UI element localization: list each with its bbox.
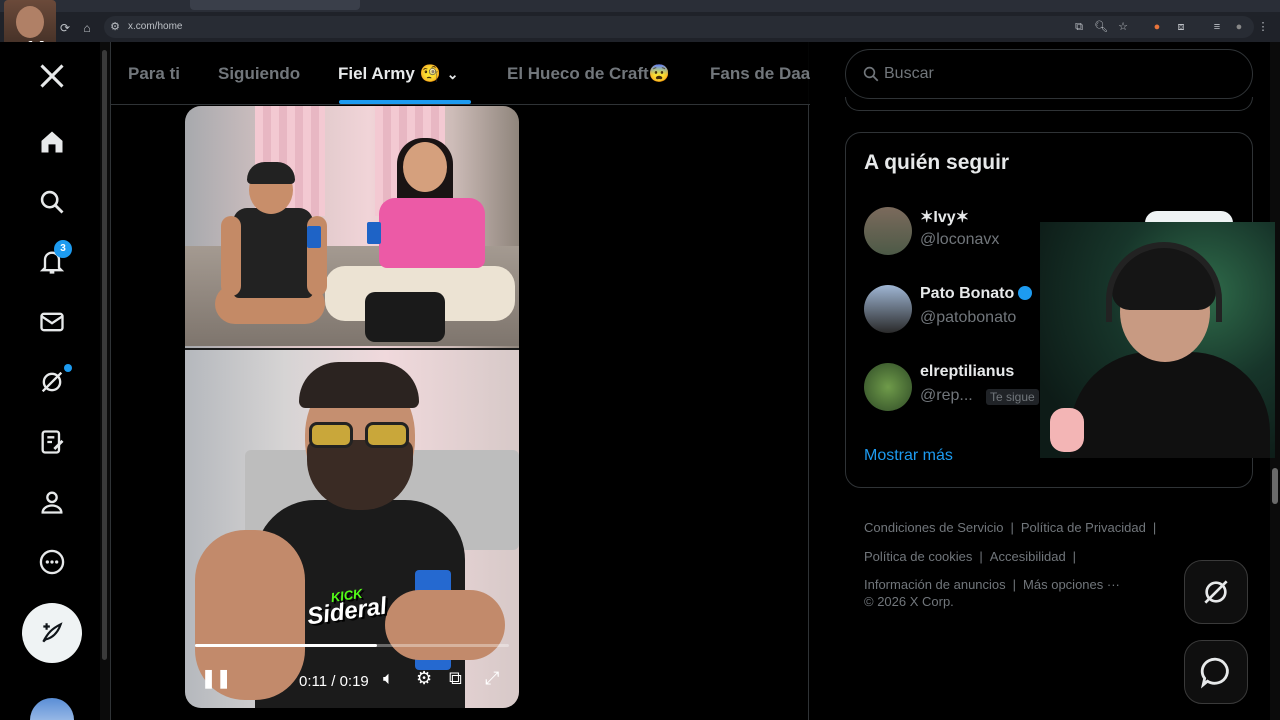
webcam-person-body — [1070, 352, 1270, 458]
user-handle: @rep... — [920, 387, 973, 404]
user-handle: @patobonato — [920, 309, 1017, 326]
webcam-overlay — [1040, 222, 1275, 458]
extensions-puzzle-icon[interactable]: ⧈ — [1174, 20, 1188, 34]
search-placeholder: Buscar — [884, 65, 934, 82]
home-nav-icon[interactable] — [34, 124, 70, 160]
explore-search-icon[interactable] — [34, 184, 70, 220]
mascot-sticker — [1050, 408, 1084, 452]
picture-in-picture-icon[interactable]: ⧉ — [449, 668, 462, 689]
profile-icon[interactable]: ● — [1232, 20, 1246, 34]
x-logo-icon[interactable] — [34, 58, 70, 94]
tab-fiel-army[interactable]: Fiel Army 🧐 ⌄ — [338, 64, 458, 84]
footer-link-privacy[interactable]: Política de Privacidad — [1021, 520, 1146, 535]
chat-bubble-icon — [1200, 657, 1229, 689]
footer-links: Condiciones de Servicio | Política de Priv… — [864, 520, 1157, 592]
user-name-row: Pato Bonato — [920, 285, 1033, 303]
verified-badge-icon — [1018, 286, 1033, 300]
bookmark-star-icon[interactable]: ☆ — [1116, 20, 1130, 34]
settings-gear-icon[interactable]: ⚙ — [416, 668, 432, 689]
video-progress-fill — [195, 644, 378, 647]
show-more-link[interactable]: Mostrar más — [864, 447, 953, 465]
address-bar[interactable]: ⚙ x.com/home ⧉ 🔍︎ ☆ ● ⧈ ≡ ● ⋮ — [104, 16, 1269, 38]
man-smiling — [195, 360, 515, 708]
timeline-tabs: Para ti Siguiendo Fiel Army 🧐 ⌄ El Hueco … — [111, 42, 810, 105]
footer-link-accessibility[interactable]: Accesibilidad — [990, 549, 1066, 564]
browser-toolbar: ⟳ ⌂ ⚙ x.com/home ⧉ 🔍︎ ☆ ● ⧈ ≡ ● ⋮ — [0, 12, 1280, 42]
footer-link-more-options[interactable]: Más opciones ··· — [1023, 577, 1120, 592]
tab-para-ti[interactable]: Para ti — [128, 64, 180, 84]
search-input[interactable]: Buscar — [845, 49, 1253, 99]
zoom-icon[interactable]: 🔍︎ — [1094, 20, 1108, 34]
user-handle: @loconavx — [920, 231, 1000, 248]
video-frame-bottom — [185, 350, 519, 708]
footer-link-cookies[interactable]: Política de cookies — [864, 549, 972, 564]
post-compose-button[interactable] — [22, 603, 82, 663]
face-image — [16, 6, 44, 38]
browser-menu-icon[interactable]: ⋮ — [1256, 20, 1270, 34]
more-options-icon[interactable] — [34, 544, 70, 580]
chevron-down-icon[interactable]: ⌄ — [447, 66, 459, 83]
tab-siguiendo[interactable]: Siguiendo — [218, 64, 300, 84]
compose-feather-icon — [42, 622, 63, 643]
video-frame-top — [185, 106, 519, 348]
grok-dot — [64, 364, 72, 372]
user-name: Pato Bonato — [920, 285, 1015, 302]
tab-el-hueco-de-craft[interactable]: El Hueco de Craft😨 — [507, 64, 670, 84]
pause-icon[interactable]: ❚❚ — [201, 668, 231, 689]
lists-icon[interactable] — [34, 424, 70, 460]
person-right — [365, 138, 495, 342]
browser-tab[interactable] — [190, 0, 360, 10]
headset-icon — [1106, 242, 1222, 322]
active-tab-indicator — [339, 100, 471, 104]
video-time: 0:11 / 0:19 — [299, 673, 369, 690]
user-name: elreptilianus — [920, 363, 1015, 380]
home-icon[interactable]: ⌂ — [80, 21, 94, 35]
avatar[interactable] — [864, 363, 912, 411]
volume-icon[interactable]: 🔈︎ — [383, 668, 394, 689]
copyright: © 2026 X Corp. — [864, 594, 954, 609]
user-name: ✶Ivy✶ — [920, 209, 970, 226]
left-scrollbar-thumb[interactable] — [102, 50, 107, 660]
url-text: x.com/home — [128, 21, 183, 32]
who-to-follow-title: A quién seguir — [864, 151, 1010, 174]
messages-envelope-icon[interactable] — [34, 304, 70, 340]
trends-panel-edge — [845, 97, 1253, 111]
notifications-badge: 3 — [54, 240, 72, 258]
right-scrollbar-thumb[interactable] — [1272, 468, 1278, 504]
fullscreen-icon[interactable]: ⤢ — [485, 668, 499, 689]
follows-you-chip: Te sigue — [986, 389, 1039, 405]
profile-person-icon[interactable] — [34, 484, 70, 520]
tab-fiel-army-label: Fiel Army 🧐 — [338, 64, 441, 83]
footer-link-terms[interactable]: Condiciones de Servicio — [864, 520, 1003, 535]
media-icon[interactable]: ≡ — [1210, 20, 1224, 34]
grok-icon — [1204, 580, 1228, 604]
footer-link-ads-info[interactable]: Información de anuncios — [864, 577, 1006, 592]
tab-fans-de-daa[interactable]: Fans de Daa — [710, 64, 810, 84]
avatar[interactable] — [864, 285, 912, 333]
browser-tabstrip — [0, 0, 1280, 12]
video-controls: ❚❚ 0:11 / 0:19 🔈︎ ⚙ ⧉ ⤢ — [185, 658, 519, 708]
cast-icon[interactable]: ⧉ — [1072, 20, 1086, 34]
avatar[interactable] — [864, 207, 912, 255]
reload-icon[interactable]: ⟳ — [58, 21, 72, 35]
video-player[interactable]: KICK Sideral ❚❚ 0:11 / 0:19 🔈︎ ⚙ ⧉ ⤢ — [185, 106, 519, 708]
messages-floating-button[interactable] — [1184, 640, 1248, 704]
person-left — [215, 162, 335, 336]
grok-floating-button[interactable] — [1184, 560, 1248, 624]
site-info-icon[interactable]: ⚙ — [108, 20, 122, 34]
search-icon — [863, 66, 879, 82]
extension-icon[interactable]: ● — [1150, 20, 1164, 34]
